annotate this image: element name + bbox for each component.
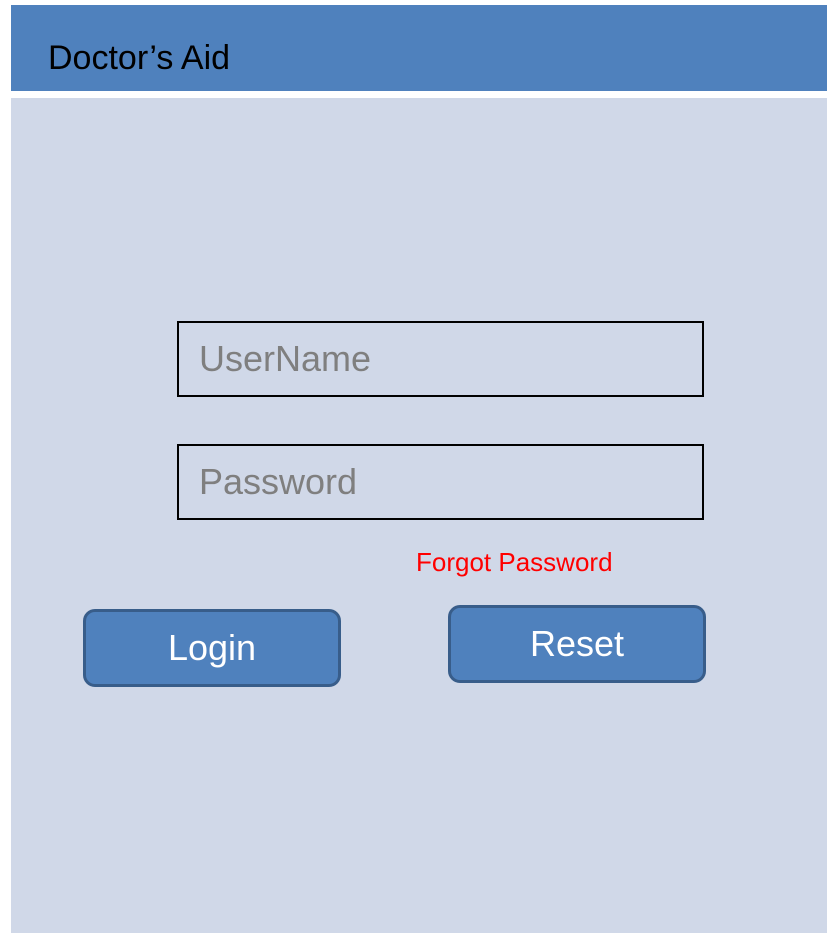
login-button[interactable]: Login: [83, 609, 341, 687]
reset-button[interactable]: Reset: [448, 605, 706, 683]
password-field[interactable]: [177, 444, 704, 520]
login-panel: Forgot Password Login Reset: [11, 98, 827, 933]
username-input[interactable]: [179, 323, 702, 395]
forgot-password-link[interactable]: Forgot Password: [416, 546, 613, 578]
app-window: Doctor’s Aid Forgot Password Login Reset: [11, 5, 827, 933]
password-input[interactable]: [179, 446, 702, 518]
username-field[interactable]: [177, 321, 704, 397]
app-title: Doctor’s Aid: [48, 39, 231, 77]
app-header: Doctor’s Aid: [11, 5, 827, 94]
